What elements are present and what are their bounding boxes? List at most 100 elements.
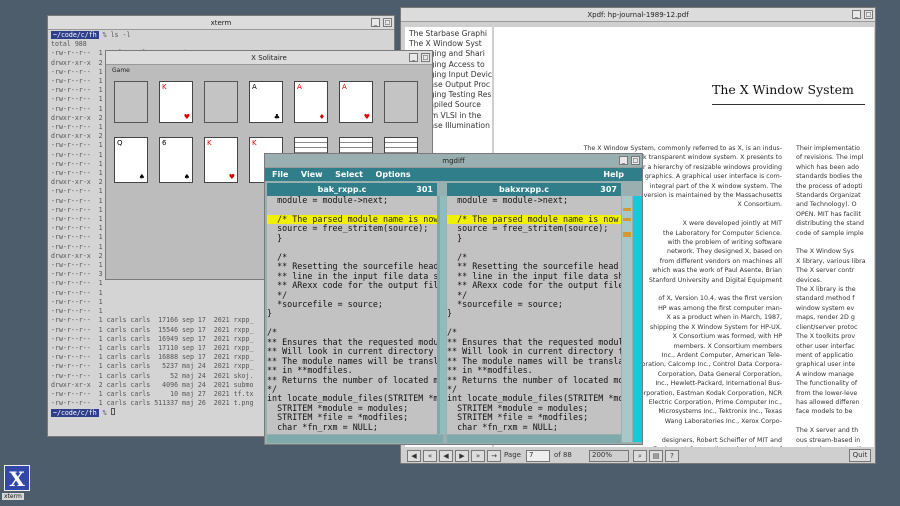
back-10-icon[interactable]: « xyxy=(423,450,437,462)
prev-page-icon[interactable]: ◀ xyxy=(439,450,453,462)
mgdiff-window[interactable]: mgdiff _ □ File View Select Options Help… xyxy=(264,153,643,445)
code-line: char *fn_rxm = NULL; xyxy=(267,421,378,432)
terminal-line: -rw-r--r-- 1 xyxy=(51,261,103,270)
terminal-line: -rw-r--r-- 1 carls carls 15546 sep 17 20… xyxy=(51,325,254,334)
playing-card[interactable]: Q ♠ xyxy=(114,137,148,183)
terminal-line: -rw-r--r-- 1 xyxy=(51,205,103,214)
outline-item[interactable]: The X Window Syst xyxy=(409,39,488,49)
mgdiff-titlebar[interactable]: mgdiff _ □ xyxy=(265,154,642,168)
playing-card[interactable]: A ♦ xyxy=(294,81,328,123)
pdf-text-line: protocol separates th xyxy=(796,445,874,447)
terminal-line: -rw-r--r-- 1 xyxy=(51,187,103,196)
diff-overview-scroll[interactable] xyxy=(633,196,642,442)
card-slot[interactable] xyxy=(384,81,418,123)
card-slot[interactable] xyxy=(204,81,238,123)
card-suit: ♦ xyxy=(318,113,325,121)
xterm-titlebar[interactable]: xterm _ □ xyxy=(48,16,394,30)
code-line: } xyxy=(267,232,283,243)
right-file-name: bakxrxpp.c xyxy=(499,185,549,194)
pdf-text-line: distributing the stand xyxy=(796,220,864,228)
playing-card[interactable]: K♥ xyxy=(204,137,238,183)
menu-help[interactable]: Help xyxy=(603,168,624,181)
playing-card[interactable]: A ♥ xyxy=(339,81,373,123)
xpdf-toolbar: ◀ « ◀ ▶ » → Page 7 of 88 200% ⌕ ▤ ? Quit xyxy=(405,448,875,463)
code-line: source = free_stritem(source); xyxy=(267,223,429,234)
right-code-pane[interactable]: module = module->next; /* The parsed mod… xyxy=(447,196,621,434)
menu-options[interactable]: Options xyxy=(376,170,411,179)
fwd-10-icon[interactable]: » xyxy=(471,450,485,462)
xterm-icon-label: xterm xyxy=(2,493,24,500)
xpdf-titlebar[interactable]: Xpdf: hp-journal-1989-12.pdf _ □ xyxy=(401,8,875,22)
card-rank: K xyxy=(207,139,212,147)
xterm-final-cmd: % xyxy=(98,409,111,418)
pdf-text-line: The X Window System, commonly referred t… xyxy=(583,145,782,152)
terminal-line: -rw-r--r-- 1 carls carls 16888 sep 17 20… xyxy=(51,353,254,362)
code-line: ** Returns the number of located mod xyxy=(447,374,621,385)
pdf-text-line: standard method f xyxy=(796,295,855,303)
terminal-line: -rw-r--r-- 1 carls carls 52 maj 24 2021 … xyxy=(51,371,254,380)
menu-file[interactable]: File xyxy=(272,170,288,179)
terminal-line: -rw-r--r-- 1 xyxy=(51,95,103,104)
terminal-line: drwxr-xr-x 2 xyxy=(51,132,103,141)
terminal-line: drwxr-xr-x 2 carls carls 4096 maj 24 202… xyxy=(51,380,254,389)
solitaire-titlebar[interactable]: X Solitaire _ □ xyxy=(106,51,432,65)
card-rank: Q xyxy=(117,139,123,147)
playing-card[interactable]: 6 ♠ xyxy=(159,137,193,183)
print-icon[interactable]: ▤ xyxy=(649,450,663,462)
terminal-line: -rw-r--r-- 1 xyxy=(51,159,103,168)
terminal-line: -rw-r--r-- 1 carls carls 511337 maj 26 2… xyxy=(51,399,254,408)
pdf-text-line: of revisions. The impl xyxy=(796,154,864,162)
minimize-icon[interactable]: _ xyxy=(619,156,628,165)
xterm-final-prompt: ~/code/c/fh xyxy=(51,409,99,418)
left-code-pane[interactable]: module = module->next; /* The parsed mod… xyxy=(267,196,437,434)
first-page-icon[interactable]: ◀ xyxy=(407,450,421,462)
left-hscrollbar[interactable] xyxy=(267,435,443,443)
page-number-input[interactable]: 7 xyxy=(526,450,550,462)
pdf-text-line: Their implementatio xyxy=(796,145,860,152)
code-line: } xyxy=(447,232,463,243)
next-page-icon[interactable]: ▶ xyxy=(455,450,469,462)
pdf-text-line: OPEN. MIT has facilit xyxy=(796,210,861,218)
minimize-icon[interactable]: _ xyxy=(371,18,380,27)
maximize-icon[interactable]: □ xyxy=(383,18,392,27)
terminal-line: -rw-r--r-- 1 carls carls 16949 sep 17 20… xyxy=(51,334,254,343)
menu-select[interactable]: Select xyxy=(335,170,363,179)
quit-button[interactable]: Quit xyxy=(849,449,871,462)
pdf-text-line: The X library is the xyxy=(796,286,856,294)
code-line: *sourcefile = source; xyxy=(447,298,563,309)
pdf-text-line: and Technology). O xyxy=(796,201,857,209)
maximize-icon[interactable]: □ xyxy=(864,10,873,19)
mgdiff-menubar: File View Select Options Help xyxy=(265,168,642,181)
xterm-desktop-icon[interactable]: X xyxy=(4,465,30,491)
maximize-icon[interactable]: □ xyxy=(421,53,430,62)
playing-card[interactable]: A ♣ xyxy=(249,81,283,123)
center-scrollbar[interactable] xyxy=(440,196,446,434)
pdf-text-line: Standards Organizat xyxy=(796,192,861,200)
outline-item[interactable]: The Starbase Graphi xyxy=(409,29,488,39)
terminal-line: -rw-r--r-- 1 xyxy=(51,279,103,288)
minimize-icon[interactable]: _ xyxy=(409,53,418,62)
pdf-text-line: standards bodies the xyxy=(796,173,863,181)
forward-icon[interactable]: → xyxy=(487,450,501,462)
card-suit: ♣ xyxy=(273,113,280,121)
find-icon[interactable]: ⌕ xyxy=(633,450,647,462)
game-menu[interactable]: Game xyxy=(106,65,432,75)
card-slot[interactable] xyxy=(114,81,148,123)
diff-overview[interactable] xyxy=(622,196,632,442)
zoom-select[interactable]: 200% xyxy=(589,450,629,462)
maximize-icon[interactable]: □ xyxy=(631,156,640,165)
minimize-icon[interactable]: _ xyxy=(852,10,861,19)
left-file-name: bak_rxpp.c xyxy=(317,185,367,194)
right-hscrollbar[interactable] xyxy=(447,435,621,443)
card-suit: ♠ xyxy=(138,173,145,181)
playing-card[interactable]: K♥ xyxy=(159,81,193,123)
terminal-line: -rw-r--r-- 1 carls carls 17110 sep 17 20… xyxy=(51,343,254,352)
pdf-text-line: graphical user inte xyxy=(796,361,856,369)
left-file-header: bak_rxpp.c 301 xyxy=(267,183,437,196)
menu-view[interactable]: View xyxy=(301,170,323,179)
about-icon[interactable]: ? xyxy=(665,450,679,462)
